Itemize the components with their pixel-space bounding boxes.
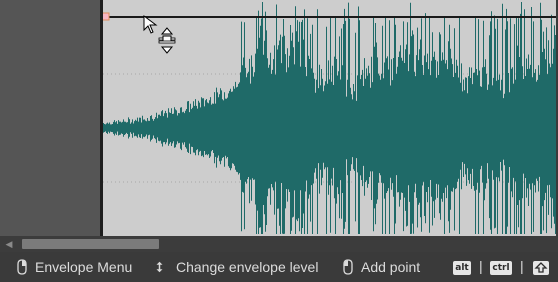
status-bar: Envelope Menu Change envelope level Add …	[0, 252, 558, 282]
change-level-hint: Change envelope level	[155, 252, 318, 282]
scroll-left-arrow-icon[interactable]: ◀	[3, 239, 15, 249]
separator: |	[479, 258, 483, 274]
mouse-right-icon	[17, 259, 27, 275]
separator: |	[520, 258, 524, 274]
scroll-thumb[interactable]	[22, 239, 159, 249]
add-point-label: Add point	[361, 259, 421, 275]
envelope-menu-label: Envelope Menu	[35, 259, 133, 275]
mouse-left-icon	[343, 259, 353, 275]
envelope-level-cursor-icon	[158, 27, 176, 54]
add-point-hint: Add point	[340, 252, 420, 282]
shift-arrow-icon	[534, 262, 548, 273]
envelope-menu-hint: Envelope Menu	[14, 252, 132, 282]
updown-arrow-icon	[156, 261, 163, 273]
track-header-panel	[0, 0, 100, 236]
ctrl-key: ctrl	[490, 261, 512, 275]
shift-key	[533, 261, 549, 275]
alt-key: alt	[453, 261, 471, 275]
envelope-point	[103, 12, 110, 21]
change-level-label: Change envelope level	[176, 259, 319, 275]
horizontal-scrollbar[interactable]: ◀	[0, 236, 558, 252]
